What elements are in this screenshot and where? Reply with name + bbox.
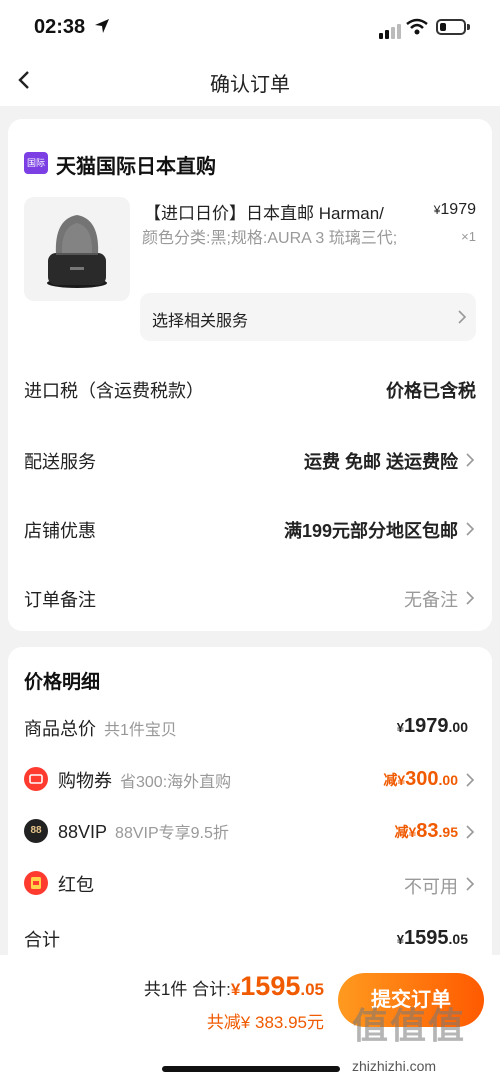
shop-order-card: 国际 天猫国际日本直购 【进口日价】日本直邮 Harman/ 颜色分类:黑;规格… — [8, 119, 492, 631]
home-indicator — [162, 1066, 340, 1072]
page-title: 确认订单 — [210, 74, 290, 96]
bottom-total: 共1件 合计:¥1595.05 — [143, 971, 324, 1001]
coupon-discount-value: 减¥300.00 — [383, 768, 458, 790]
chevron-right-icon — [466, 877, 475, 891]
shop-discount-value: 满199元部分地区包邮 — [283, 521, 458, 541]
battery-icon — [436, 19, 470, 35]
speaker-image-icon — [47, 215, 107, 288]
delivery-value: 运费 免邮 送运费险 — [303, 452, 458, 472]
red-packet-icon — [24, 871, 48, 895]
nav-bar: 确认订单 — [0, 56, 500, 106]
red-packet-value: 不可用 — [404, 877, 458, 897]
service-label: 选择相关服务 — [152, 313, 249, 330]
product-title[interactable]: 【进口日价】日本直邮 Harman/ — [144, 199, 384, 224]
delivery-label: 配送服务 — [24, 452, 96, 472]
previous-card-edge — [8, 100, 492, 106]
status-bar: 02:38 — [0, 0, 500, 56]
chevron-right-icon — [466, 591, 475, 605]
chevron-right-icon — [458, 310, 467, 324]
shop-discount-label: 店铺优惠 — [24, 521, 96, 541]
total-saved: 共减¥ 383.95元 — [206, 1013, 324, 1032]
cellular-signal-icon — [379, 21, 403, 39]
import-tax-label: 进口税（含运费税款） — [24, 381, 204, 401]
red-packet-label: 红包 — [58, 875, 94, 895]
product-spec: 颜色分类:黑;规格:AURA 3 琉璃三代; — [142, 230, 398, 247]
total-label: 合计 — [24, 930, 60, 950]
order-note-value: 无备注 — [404, 590, 458, 610]
chevron-right-icon — [466, 825, 475, 839]
total-value: ¥1595.05 — [396, 927, 468, 949]
coupon-label: 购物券 省300:海外直购 — [58, 771, 232, 791]
watermark-url: zhizhizhi.com — [352, 1058, 437, 1074]
vip-discount-value: 减¥83.95 — [394, 820, 458, 842]
select-service-button[interactable]: 选择相关服务 — [140, 293, 476, 341]
product-quantity: ×1 — [461, 229, 476, 244]
order-note-label: 订单备注 — [24, 590, 96, 610]
chevron-right-icon — [466, 453, 475, 467]
goods-total-value: ¥1979.00 — [396, 715, 468, 737]
price-detail-card: 价格明细 商品总价 共1件宝贝 ¥1979.00 购物券 省300:海外直购 减¥3… — [8, 647, 492, 987]
product-price: ¥1979 — [433, 201, 476, 218]
status-time: 02:38 — [34, 16, 86, 38]
coupon-icon — [24, 767, 48, 791]
chevron-right-icon — [466, 522, 475, 536]
price-detail-title: 价格明细 — [24, 672, 101, 693]
import-tax-value: 价格已含税 — [386, 381, 476, 401]
chevron-right-icon — [466, 773, 475, 787]
tmall-global-icon: 国际 — [24, 152, 48, 174]
vip-label: 88VIP 88VIP专享9.5折 — [58, 822, 229, 842]
location-arrow-icon — [95, 19, 109, 33]
goods-total-label: 商品总价 共1件宝贝 — [24, 719, 177, 739]
wifi-icon — [406, 18, 428, 35]
shop-name[interactable]: 天猫国际日本直购 — [56, 150, 216, 179]
product-image[interactable] — [24, 197, 130, 301]
vip-88-icon: 88 — [24, 819, 48, 843]
